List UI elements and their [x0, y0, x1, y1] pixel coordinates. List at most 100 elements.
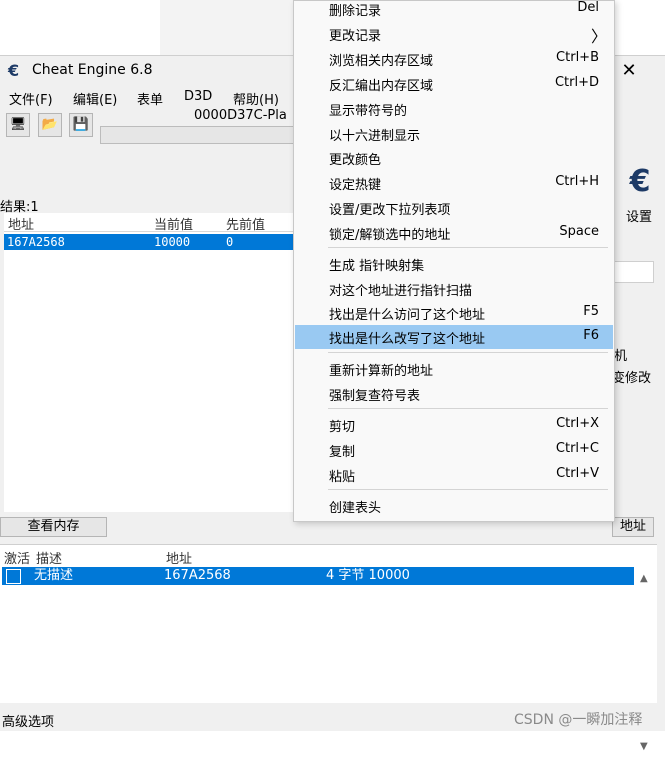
address-table-header: 激活 描述 地址 [0, 547, 657, 567]
col-address[interactable]: 地址 [8, 214, 34, 233]
result-list-header: 地址 当前值 先前值 [4, 213, 294, 233]
menu-separator [328, 247, 608, 248]
right-option-text-2: 变修改 [612, 371, 652, 386]
right-option-text-1: 机 [614, 349, 628, 364]
menu-separator [328, 352, 608, 353]
menu-separator [328, 489, 608, 490]
folder-icon: 📂 [41, 117, 59, 132]
background-panel [0, 0, 161, 56]
menu-item-shortcut: Del [577, 0, 599, 15]
menu-separator [328, 408, 608, 409]
menu-item-recalculate[interactable]: 重新计算新的地址 [295, 357, 613, 381]
menu-item-dropdown-list[interactable]: 设置/更改下拉列表项 [295, 196, 613, 220]
menu-item-shortcut: Space [559, 224, 599, 239]
menu-item-recheck-symbols[interactable]: 强制复查符号表 [295, 382, 613, 406]
menu-item-label: 更改记录 [329, 29, 382, 44]
cheat-engine-logo-icon: € [8, 61, 20, 80]
menu-item-pointer-map[interactable]: 生成 指针映射集 [295, 252, 613, 276]
menu-item-pointer-scan[interactable]: 对这个地址进行指针扫描 [295, 277, 613, 301]
result-previous: 0 [226, 235, 234, 249]
menu-item-lock-unlock[interactable]: 锁定/解锁选中的地址 Space [295, 221, 613, 245]
menu-file[interactable]: 文件(F) [9, 89, 53, 108]
menu-item-copy[interactable]: 复制 Ctrl+C [295, 438, 613, 462]
menu-item-find-write[interactable]: 找出是什么改写了这个地址 F6 [295, 325, 613, 349]
result-list[interactable]: 167A2568 10000 0 [4, 232, 294, 512]
settings-label[interactable]: 设置 [626, 206, 652, 225]
menu-table[interactable]: 表单 [137, 89, 163, 108]
menu-item-label: 生成 指针映射集 [329, 259, 425, 274]
value-input[interactable] [612, 261, 654, 283]
scroll-down-arrow-icon[interactable]: ▼ [640, 741, 648, 752]
menu-item-shortcut: Ctrl+D [554, 75, 599, 90]
menu-item-show-signed[interactable]: 显示带符号的 [295, 97, 613, 121]
process-name: 0000D37C-Pla [194, 108, 287, 123]
scroll-up-arrow-icon[interactable]: ▲ [640, 573, 648, 584]
result-address: 167A2568 [7, 235, 65, 249]
menu-item-label: 锁定/解锁选中的地址 [329, 228, 451, 243]
menu-item-create-header[interactable]: 创建表头 [295, 494, 613, 518]
menu-d3d[interactable]: D3D [184, 89, 212, 104]
context-menu: 删除记录 Del 更改记录 〉 浏览相关内存区域 Ctrl+B 反汇编出内存区域 Ctr… [293, 0, 615, 522]
menu-edit[interactable]: 编辑(E) [73, 89, 117, 108]
row-address: 167A2568 [164, 568, 231, 583]
save-icon: 💾 [72, 117, 90, 132]
menu-item-label: 设置/更改下拉列表项 [329, 203, 451, 218]
menu-item-shortcut: Ctrl+X [556, 416, 599, 431]
menu-item-find-access[interactable]: 找出是什么访问了这个地址 F5 [295, 301, 613, 325]
menu-item-label: 以十六进制显示 [329, 129, 421, 144]
computer-icon: 🖥 [9, 117, 27, 132]
menu-item-label: 浏览相关内存区域 [329, 54, 434, 69]
watermark: CSDN @一瞬加注释 [514, 712, 643, 728]
window-title: Cheat Engine 6.8 [32, 62, 153, 78]
col-description[interactable]: 描述 [36, 548, 62, 567]
menu-item-change-record[interactable]: 更改记录 〉 [295, 22, 613, 46]
menu-item-label: 创建表头 [329, 501, 382, 516]
menu-item-label: 删除记录 [329, 4, 382, 19]
row-type-value: 4 字节 10000 [326, 568, 410, 583]
active-checkbox[interactable] [6, 569, 21, 584]
menu-item-label: 找出是什么访问了这个地址 [329, 308, 486, 323]
col-active[interactable]: 激活 [4, 548, 30, 567]
menu-help[interactable]: 帮助(H) [233, 89, 279, 108]
view-memory-button[interactable]: 查看内存 [0, 517, 107, 537]
menu-item-label: 复制 [329, 445, 356, 460]
menu-item-delete-record[interactable]: 删除记录 Del [295, 0, 613, 21]
menu-item-shortcut: Ctrl+V [556, 466, 599, 481]
menu-item-shortcut: Ctrl+H [555, 174, 599, 189]
open-process-button[interactable]: 🖥 [6, 113, 30, 137]
menu-item-label: 强制复查符号表 [329, 389, 421, 404]
menu-item-label: 粘贴 [329, 470, 356, 485]
menu-item-shortcut: Ctrl+C [555, 441, 599, 456]
col-previous-value[interactable]: 先前值 [226, 214, 265, 233]
menu-item-change-color[interactable]: 更改颜色 [295, 146, 613, 170]
close-button[interactable]: ✕ [612, 58, 646, 84]
menu-item-show-hex[interactable]: 以十六进制显示 [295, 122, 613, 146]
menu-item-shortcut: F6 [583, 328, 599, 343]
menu-item-label: 反汇编出内存区域 [329, 79, 434, 94]
save-button[interactable]: 💾 [69, 113, 93, 137]
menu-item-paste[interactable]: 粘贴 Ctrl+V [295, 463, 613, 487]
add-address-button[interactable]: 地址 [612, 517, 654, 537]
menu-item-label: 设定热键 [329, 178, 382, 193]
menu-item-cut[interactable]: 剪切 Ctrl+X [295, 413, 613, 437]
row-description: 无描述 [34, 568, 74, 583]
menu-item-browse-memory[interactable]: 浏览相关内存区域 Ctrl+B [295, 47, 613, 71]
menu-item-shortcut: Ctrl+B [556, 50, 599, 65]
col-addr[interactable]: 地址 [166, 548, 192, 567]
table-row[interactable]: 无描述 167A2568 4 字节 10000 [2, 567, 634, 585]
col-current-value[interactable]: 当前值 [154, 214, 193, 233]
settings-logo-icon[interactable]: € [624, 164, 656, 200]
open-file-button[interactable]: 📂 [38, 113, 62, 137]
menu-item-label: 显示带符号的 [329, 104, 408, 119]
menu-item-set-hotkey[interactable]: 设定热键 Ctrl+H [295, 171, 613, 195]
scan-progress-bar [100, 126, 302, 144]
advanced-options-link[interactable]: 高级选项 [2, 711, 54, 730]
menu-item-shortcut: F5 [583, 304, 599, 319]
chevron-right-icon: 〉 [590, 27, 607, 46]
menu-item-label: 更改颜色 [329, 153, 382, 168]
table-row[interactable]: 167A2568 10000 0 [4, 234, 294, 250]
menu-item-label: 剪切 [329, 420, 356, 435]
result-current: 10000 [154, 235, 191, 249]
menu-item-label: 对这个地址进行指针扫描 [329, 284, 473, 299]
menu-item-disassemble[interactable]: 反汇编出内存区域 Ctrl+D [295, 72, 613, 96]
